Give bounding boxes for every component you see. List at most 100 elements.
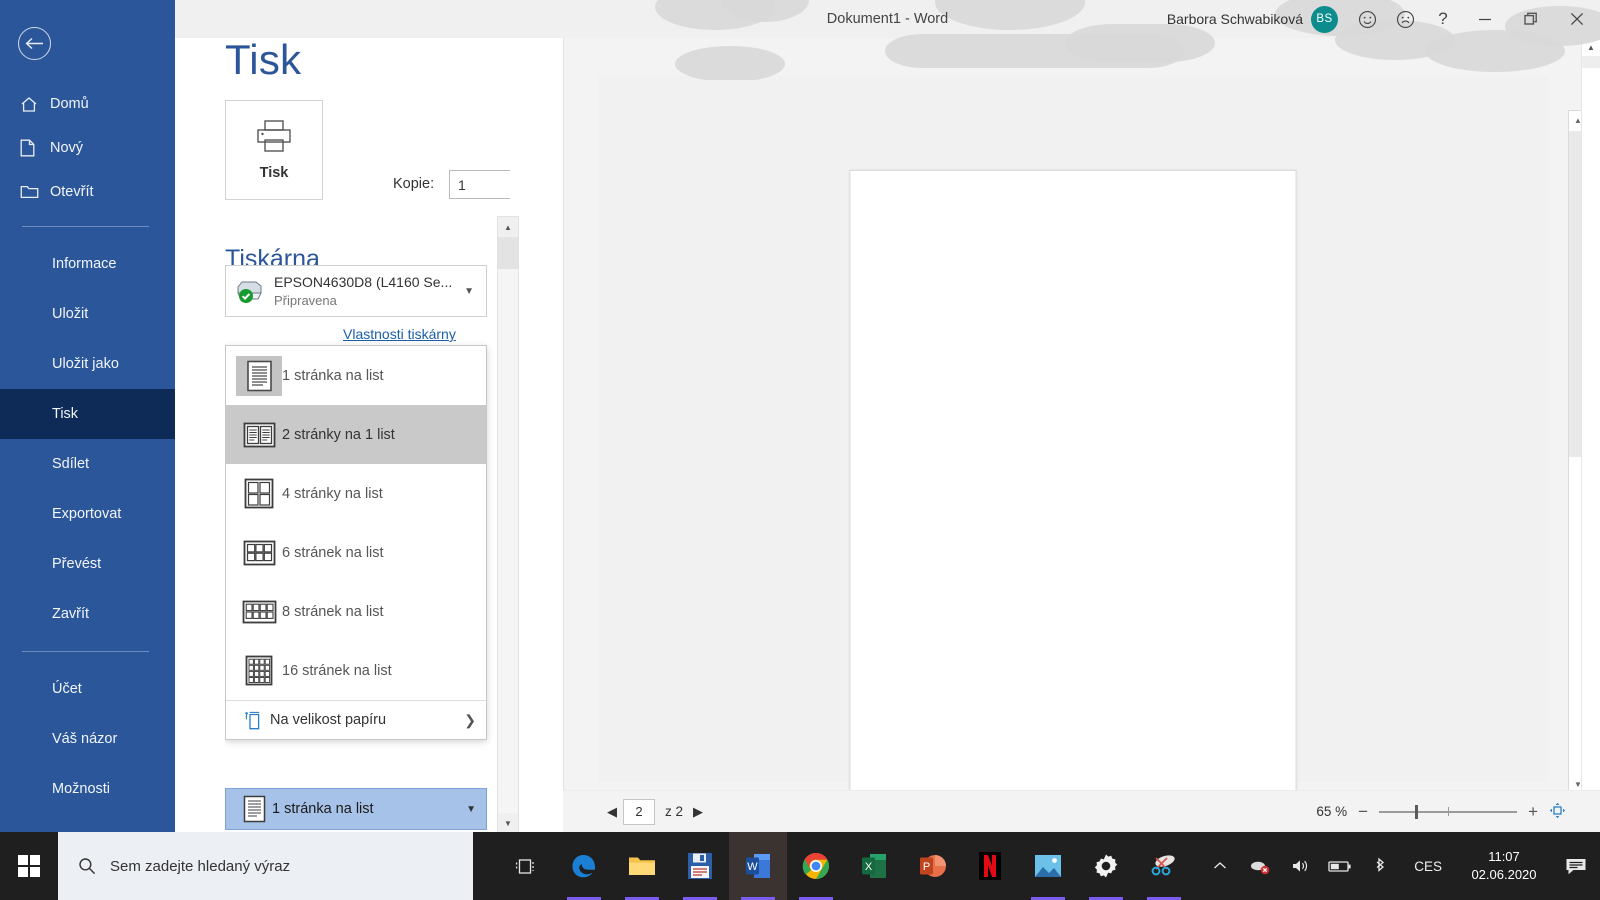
dropdown-option-label: 6 stránek na list — [282, 544, 384, 561]
dropdown-option-16-pages[interactable]: 16 stránek na list — [226, 641, 486, 700]
taskbar-app-snipping-tool[interactable] — [1135, 832, 1193, 900]
pages-per-sheet-dropdown: 1 stránka na list 2 stránky na 1 list 4 … — [225, 345, 487, 740]
zoom-out-button[interactable]: − — [1358, 803, 1368, 820]
windows-start-icon — [18, 855, 40, 877]
sixteen-pages-per-sheet-icon — [236, 655, 282, 686]
happy-face-icon[interactable] — [1348, 0, 1386, 38]
scroll-up-arrow-icon[interactable]: ▲ — [1582, 38, 1600, 56]
action-center-icon — [1566, 858, 1586, 874]
taskbar-app-task-view[interactable] — [497, 832, 555, 900]
sidebar-item-label: Váš názor — [52, 731, 118, 747]
dropdown-option-label: 16 stránek na list — [282, 662, 392, 679]
window-scrollbar[interactable]: ▲ ▼ — [1581, 38, 1600, 832]
zoom-slider[interactable] — [1379, 804, 1518, 820]
show-hidden-icons-icon[interactable] — [1200, 832, 1240, 900]
sidebar-item-informace[interactable]: Informace — [0, 239, 175, 289]
volume-icon[interactable] — [1280, 832, 1320, 900]
avatar[interactable]: BS — [1311, 5, 1338, 33]
sidebar-top-group: Domů Nový Otevřít Informace Uložit Uloži… — [0, 82, 175, 814]
taskbar-app-file-explorer[interactable] — [613, 832, 671, 900]
save-app-icon — [688, 853, 712, 879]
taskbar-app-settings[interactable] — [1077, 832, 1135, 900]
taskbar-app-excel[interactable]: X — [845, 832, 903, 900]
help-icon[interactable]: ? — [1424, 0, 1462, 38]
sidebar-item-prevest[interactable]: Převést — [0, 539, 175, 589]
account-name: Barbora Schwabiková — [1166, 11, 1303, 27]
print-button-label: Tisk — [259, 165, 289, 181]
sidebar-item-open[interactable]: Otevřít — [0, 170, 175, 214]
dropdown-option-8-pages[interactable]: 8 stránek na list — [226, 582, 486, 641]
svg-text:W: W — [747, 861, 758, 873]
page-navigation: ◀ z 2 ▶ — [607, 798, 703, 825]
sidebar-item-ulozit[interactable]: Uložit — [0, 289, 175, 339]
zoom-in-button[interactable]: + — [1528, 803, 1538, 820]
sidebar-item-ucet[interactable]: Účet — [0, 664, 175, 714]
taskbar-app-powerpoint[interactable]: P — [903, 832, 961, 900]
taskbar-app-save[interactable] — [671, 832, 729, 900]
taskbar-search-box[interactable]: Sem zadejte hledaný výraz — [58, 832, 473, 900]
minimize-button[interactable] — [1462, 0, 1508, 38]
action-center-button[interactable] — [1552, 832, 1600, 900]
close-button[interactable] — [1554, 0, 1600, 38]
sidebar-item-label: Informace — [52, 256, 117, 272]
clock[interactable]: 11:07 02.06.2020 — [1456, 848, 1552, 884]
sidebar-item-sdilet[interactable]: Sdílet — [0, 439, 175, 489]
edge-icon — [572, 855, 595, 878]
bluetooth-icon[interactable] — [1360, 832, 1400, 900]
restore-button[interactable] — [1508, 0, 1554, 38]
sad-face-icon[interactable] — [1386, 0, 1424, 38]
sidebar-item-ulozit-jako[interactable]: Uložit jako — [0, 339, 175, 389]
pages-per-sheet-combobox[interactable]: 1 stránka na list ▼ — [225, 788, 487, 830]
sidebar-item-tisk[interactable]: Tisk — [0, 389, 175, 439]
fit-to-page-icon[interactable] — [1549, 802, 1566, 822]
dropdown-option-1-page[interactable]: 1 stránka na list — [226, 346, 486, 405]
current-page-input[interactable] — [623, 798, 655, 825]
printer-selector[interactable]: EPSON4630D8 (L4160 Se... Připravena ▼ — [225, 265, 487, 317]
taskbar-app-word[interactable]: W — [729, 832, 787, 900]
sidebar-item-home[interactable]: Domů — [0, 82, 175, 126]
svg-text:X: X — [864, 861, 872, 873]
back-button[interactable] — [18, 27, 51, 60]
sidebar-item-zavrit[interactable]: Zavřít — [0, 589, 175, 639]
copies-stepper[interactable]: ▲ ▼ — [506, 171, 510, 198]
start-button[interactable] — [0, 832, 58, 900]
printer-properties-link[interactable]: Vlastnosti tiskárny — [343, 326, 456, 342]
scroll-up-arrow-icon[interactable]: ▲ — [498, 217, 518, 237]
taskbar-app-edge[interactable] — [555, 832, 613, 900]
battery-icon[interactable] — [1320, 832, 1360, 900]
printer-status: Připravena — [274, 292, 337, 308]
dropdown-option-2-pages[interactable]: 2 stránky na 1 list — [226, 405, 486, 464]
scrollbar-thumb[interactable] — [1582, 56, 1600, 68]
sidebar-item-exportovat[interactable]: Exportovat — [0, 489, 175, 539]
scrollbar-thumb[interactable] — [498, 237, 518, 269]
dropdown-option-6-pages[interactable]: 6 stránek na list — [226, 523, 486, 582]
slider-tick — [1448, 806, 1450, 816]
taskbar-app-chrome[interactable] — [787, 832, 845, 900]
sidebar-item-new[interactable]: Nový — [0, 126, 175, 170]
next-page-button[interactable]: ▶ — [693, 804, 703, 820]
printer-name: EPSON4630D8 (L4160 Se... — [274, 273, 453, 290]
chevron-down-icon[interactable]: ▼ — [466, 804, 476, 815]
one-page-per-sheet-icon — [236, 795, 272, 823]
taskbar-app-netflix[interactable] — [961, 832, 1019, 900]
network-disconnected-icon[interactable] — [1240, 832, 1280, 900]
sidebar-item-label: Účet — [52, 681, 82, 697]
taskbar-app-list: W X P — [497, 832, 1193, 900]
print-button[interactable]: Tisk — [225, 100, 323, 200]
taskbar-app-photos[interactable] — [1019, 832, 1077, 900]
sidebar-divider-top — [22, 226, 149, 227]
slider-knob[interactable] — [1415, 804, 1419, 819]
copies-input[interactable] — [450, 171, 506, 198]
sidebar-item-vas-nazor[interactable]: Váš názor — [0, 714, 175, 764]
copies-field[interactable]: ▲ ▼ — [449, 170, 510, 199]
dropdown-option-4-pages[interactable]: 4 stránky na list — [226, 464, 486, 523]
sidebar-item-moznosti[interactable]: Možnosti — [0, 764, 175, 814]
scroll-down-arrow-icon[interactable]: ▼ — [498, 813, 518, 833]
keyboard-language-indicator[interactable]: CES — [1400, 859, 1456, 874]
previous-page-button[interactable]: ◀ — [607, 804, 617, 820]
settings-scrollbar[interactable]: ▲ ▼ — [497, 216, 519, 834]
zoom-level-label[interactable]: 65 % — [1316, 804, 1347, 819]
chevron-right-icon[interactable]: ❯ — [464, 712, 476, 729]
dropdown-option-scale-to-paper[interactable]: Na velikost papíru ❯ — [226, 701, 486, 739]
chevron-down-icon[interactable]: ▼ — [464, 286, 478, 297]
